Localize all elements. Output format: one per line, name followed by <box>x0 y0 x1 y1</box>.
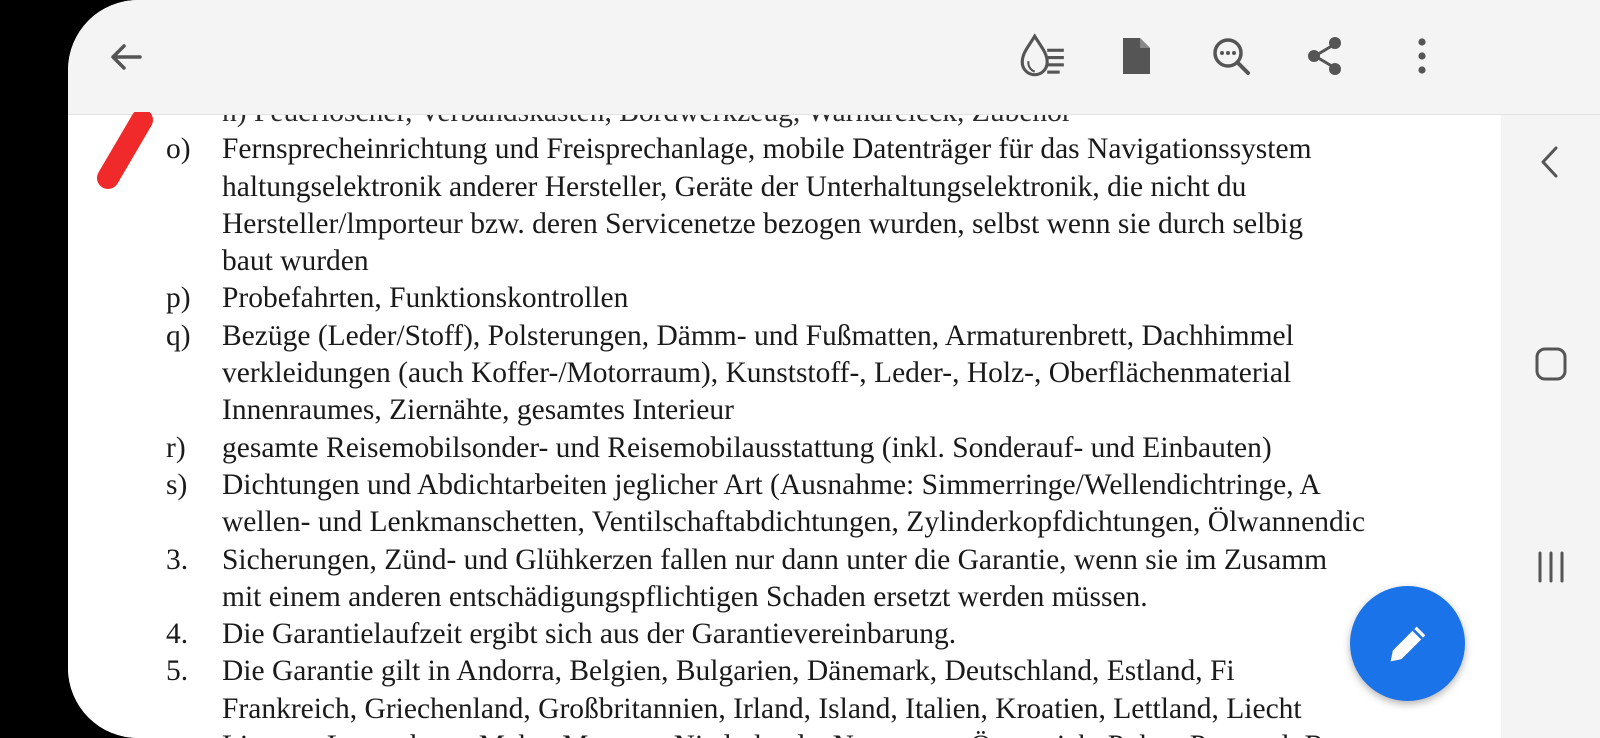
text-line: haltungselektronik anderer Hersteller, G… <box>222 170 1247 203</box>
pencil-icon <box>1390 626 1425 661</box>
search-button[interactable] <box>1201 26 1261 86</box>
list-item: 4. Die Garantielaufzeit ergibt sich aus d… <box>68 616 1501 653</box>
search-icon <box>1213 38 1250 75</box>
document-content: n) Feuerlöscher, Verbandskasten, Bordwer… <box>68 114 1501 738</box>
list-item: q) Bezüge (Leder/Stoff), Polsterungen, Dä… <box>68 318 1501 430</box>
recents-lines-icon <box>1538 551 1564 583</box>
list-item: o) Fernsprecheinrichtung und Freisprechan… <box>68 131 1501 280</box>
list-item: 3. Sicherungen, Zünd- und Glühkerzen fall… <box>68 542 1501 617</box>
text-line: Dichtungen und Abdichtarbeiten jeglicher… <box>222 468 1321 501</box>
list-marker: 3. <box>166 543 189 576</box>
top-toolbar <box>68 0 1600 115</box>
list-marker: p) <box>166 282 191 315</box>
list-item: r) gesamte Reisemobilsonder- und Reisemob… <box>68 430 1501 467</box>
text-line: mit einem anderen entschädigungspflichti… <box>222 580 1148 613</box>
text-line: Innenraumes, Ziernähte, gesamtes Interie… <box>222 394 734 427</box>
home-square-icon <box>1535 347 1567 381</box>
text-line: Die Garantie gilt in Andorra, Belgien, B… <box>222 655 1235 688</box>
share-button[interactable] <box>1295 26 1355 86</box>
list-marker: s) <box>166 468 188 501</box>
back-chevron-icon <box>1541 146 1558 178</box>
list-marker: 4. <box>166 618 189 651</box>
text-line: Probefahrten, Funktionskontrollen <box>222 282 629 315</box>
share-icon <box>1308 37 1341 75</box>
list-marker: 5. <box>166 655 189 688</box>
reading-mode-button[interactable] <box>1012 26 1072 86</box>
document-items: o) Fernsprecheinrichtung und Freisprechan… <box>68 131 1501 738</box>
document-page[interactable]: n) Feuerlöscher, Verbandskasten, Bordwer… <box>68 114 1501 738</box>
system-home-button[interactable] <box>1519 332 1583 396</box>
text-line: Fernsprecheinrichtung und Freisprechanla… <box>222 133 1312 166</box>
text-line: Hersteller/lmporteur bzw. deren Servicen… <box>222 207 1303 240</box>
system-navigation-bar <box>1501 114 1600 738</box>
more-options-button[interactable] <box>1392 26 1452 86</box>
arrow-left-icon <box>111 44 142 70</box>
text-line: gesamte Reisemobilsonder- und Reisemobil… <box>222 431 1272 464</box>
text-line: Die Garantielaufzeit ergibt sich aus der… <box>222 618 957 651</box>
list-marker: o) <box>166 133 191 166</box>
back-button[interactable] <box>96 27 156 87</box>
text-line: Litauen, Luxemburg, Malta, Monaco, Niede… <box>222 728 1501 738</box>
file-icon <box>1123 38 1150 74</box>
annotation-stroke <box>96 109 156 194</box>
list-item: p) Probefahrten, Funktionskontrollen <box>68 280 1501 317</box>
text-line: verkleidungen (auch Koffer-/Motorraum), … <box>222 357 1292 390</box>
list-marker: q) <box>166 319 191 352</box>
system-recents-button[interactable] <box>1519 535 1583 599</box>
reading-mode-icon <box>1020 33 1064 77</box>
text-line: Sicherungen, Zünd- und Glühkerzen fallen… <box>222 543 1328 576</box>
list-item: 5. Die Garantie gilt in Andorra, Belgien,… <box>68 653 1501 738</box>
edit-fab-button[interactable] <box>1350 586 1465 701</box>
text-line: Bezüge (Leder/Stoff), Polsterungen, Dämm… <box>222 319 1294 352</box>
document-info-button[interactable] <box>1106 26 1166 86</box>
list-marker: r) <box>166 431 186 464</box>
viewer-screen: n) Feuerlöscher, Verbandskasten, Bordwer… <box>68 0 1600 738</box>
system-back-button[interactable] <box>1519 130 1583 194</box>
text-line: wellen- und Lenkmanschetten, Ventilschaf… <box>222 506 1366 539</box>
list-item: s) Dichtungen und Abdichtarbeiten jeglich… <box>68 467 1501 542</box>
text-line: Frankreich, Griechenland, Großbritannien… <box>222 692 1302 725</box>
more-vert-icon <box>1418 38 1426 74</box>
cut-top-line: n) Feuerlöscher, Verbandskasten, Bordwer… <box>68 114 1501 131</box>
text-line: baut wurden <box>222 245 369 278</box>
